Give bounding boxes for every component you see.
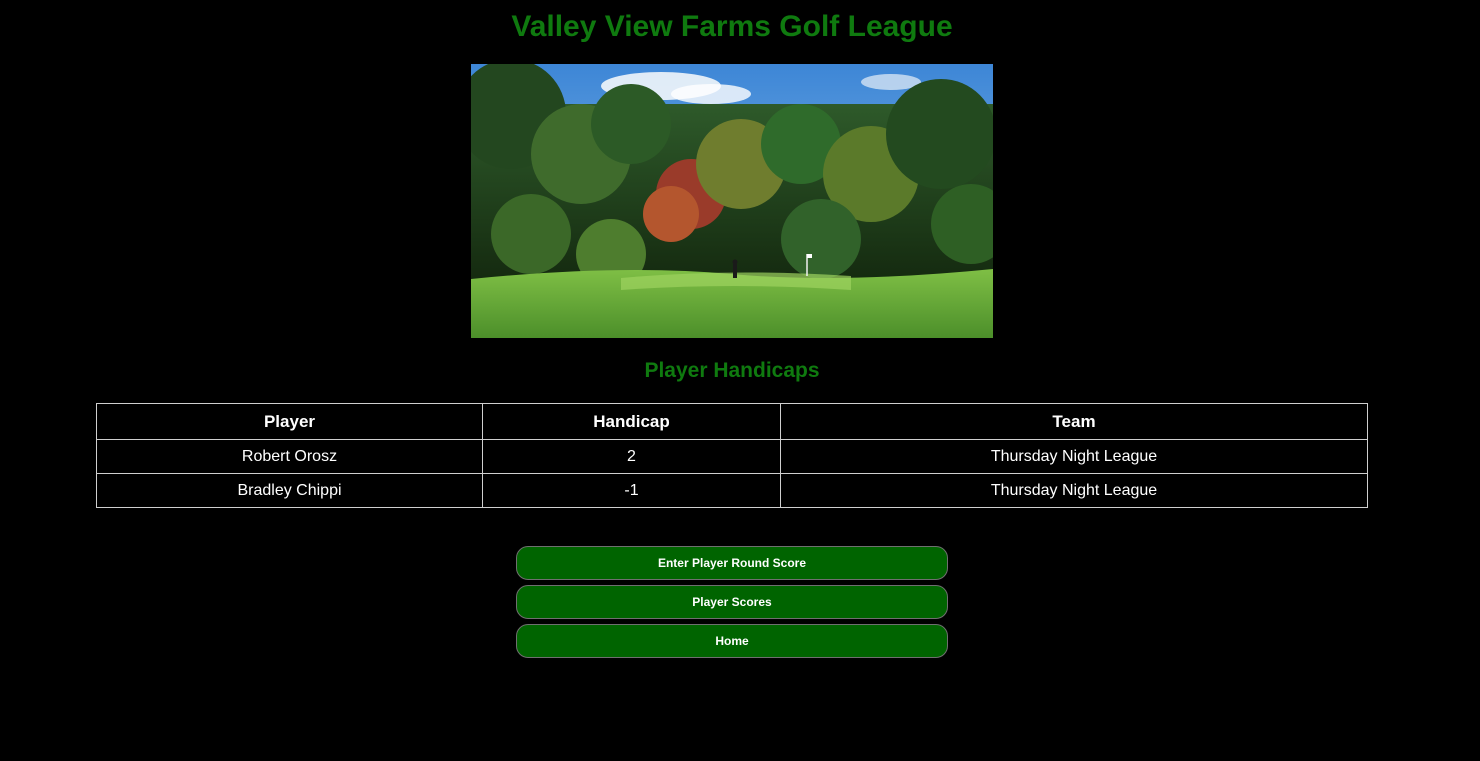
table-row: Bradley Chippi -1 Thursday Night League xyxy=(96,473,1368,508)
table-header-row: Player Handicap Team xyxy=(96,403,1368,440)
handicaps-title: Player Handicaps xyxy=(644,359,820,382)
player-scores-button[interactable]: Player Scores xyxy=(516,585,948,619)
column-header-team: Team xyxy=(780,403,1368,440)
action-buttons: Enter Player Round Score Player Scores H… xyxy=(516,546,948,663)
column-header-handicap: Handicap xyxy=(482,403,781,440)
site-title: Valley View Farms Golf League xyxy=(511,10,953,43)
table-row: Robert Orosz 2 Thursday Night League xyxy=(96,439,1368,474)
handicap-cell: 2 xyxy=(482,439,781,474)
handicap-cell: -1 xyxy=(482,473,781,508)
team-cell: Thursday Night League xyxy=(780,439,1368,474)
player-cell: Bradley Chippi xyxy=(96,473,483,508)
team-cell: Thursday Night League xyxy=(780,473,1368,508)
player-cell: Robert Orosz xyxy=(96,439,483,474)
page: Valley View Farms Golf League Player Han… xyxy=(0,0,1480,761)
home-button[interactable]: Home xyxy=(516,624,948,658)
handicaps-table: Player Handicap Team Robert Orosz 2 Thur… xyxy=(96,403,1368,508)
enter-round-score-button[interactable]: Enter Player Round Score xyxy=(516,546,948,580)
column-header-player: Player xyxy=(96,403,483,440)
hero-image xyxy=(471,64,993,338)
